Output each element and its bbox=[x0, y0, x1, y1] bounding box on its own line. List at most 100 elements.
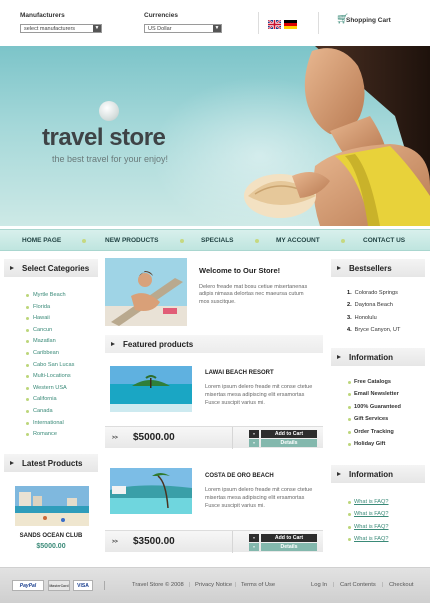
information-link[interactable]: Free Catalogs bbox=[348, 379, 401, 391]
details-button[interactable]: » Details bbox=[249, 543, 317, 551]
bestseller-item[interactable]: 1. Colorado Springs bbox=[347, 290, 400, 302]
manufacturers-select-value: select manufacturers bbox=[24, 26, 76, 32]
product-price: $5000.00 bbox=[133, 432, 175, 443]
double-arrow-icon: » bbox=[249, 430, 259, 438]
product-name[interactable]: COSTA DE ORO BEACH bbox=[205, 473, 274, 479]
nav-specials[interactable]: SPECIALS bbox=[201, 237, 234, 244]
add-to-cart-label: Add to Cart bbox=[274, 535, 304, 541]
logo-title[interactable]: travel store bbox=[42, 124, 166, 152]
category-link[interactable]: Multi-Locations bbox=[25, 373, 74, 385]
currencies-select-value: US Dollar bbox=[148, 26, 172, 32]
double-arrow-icon: >> bbox=[112, 435, 118, 441]
category-link[interactable]: Romance bbox=[25, 431, 74, 443]
faq-link[interactable]: What is FAQ? bbox=[348, 536, 389, 548]
category-link[interactable]: Cancun bbox=[25, 327, 74, 339]
details-label: Details bbox=[280, 544, 298, 550]
german-flag-icon[interactable] bbox=[284, 20, 297, 29]
arrow-bullet-icon bbox=[337, 355, 341, 359]
terms-link[interactable]: Terms of Use bbox=[241, 582, 275, 588]
bestseller-item[interactable]: 4. Bryce Canyon, UT bbox=[347, 327, 400, 339]
footer-separator: | bbox=[235, 582, 237, 588]
latest-heading-text: Latest Products bbox=[22, 459, 83, 468]
information-link[interactable]: Email Newsletter bbox=[348, 391, 401, 403]
nav-separator bbox=[255, 239, 259, 243]
divider bbox=[232, 531, 233, 553]
category-link[interactable]: Florida bbox=[25, 304, 74, 316]
footer-separator: | bbox=[189, 582, 191, 588]
information-faq-heading-text: Information bbox=[349, 470, 393, 479]
nav-contact-us[interactable]: CONTACT US bbox=[363, 237, 405, 244]
footer: PayPal MasterCard VISA Travel Store © 20… bbox=[0, 567, 430, 603]
nav-new-products[interactable]: NEW PRODUCTS bbox=[105, 237, 158, 244]
currencies-label: Currencies bbox=[144, 12, 178, 19]
category-link[interactable]: Caribbean bbox=[25, 350, 74, 362]
logo-tagline: the best travel for your enjoy! bbox=[52, 154, 169, 164]
featured-heading: Featured products bbox=[105, 335, 323, 353]
category-link[interactable]: Mazatlan bbox=[25, 338, 74, 350]
bestseller-label: Colorado Springs bbox=[354, 290, 398, 296]
divider bbox=[318, 12, 319, 34]
bestsellers-list: 1. Colorado Springs 2. Daytona Beach 3. Hon… bbox=[347, 290, 400, 340]
bestseller-label: Daytona Beach bbox=[354, 302, 393, 309]
faq-link[interactable]: What is FAQ? bbox=[348, 499, 389, 511]
divider bbox=[258, 12, 259, 34]
checkout-link[interactable]: Checkout bbox=[389, 582, 414, 588]
faq-link[interactable]: What is FAQ? bbox=[348, 524, 389, 536]
login-link[interactable]: Log In bbox=[311, 582, 327, 588]
information-list: Free Catalogs Email Newsletter 100% Guar… bbox=[348, 379, 401, 453]
add-to-cart-label: Add to Cart bbox=[274, 431, 304, 437]
category-link[interactable]: Hawaii bbox=[25, 315, 74, 327]
information-link[interactable]: Order Tracking bbox=[348, 429, 401, 441]
double-arrow-icon: » bbox=[249, 543, 259, 551]
uk-flag-icon[interactable] bbox=[268, 20, 281, 29]
categories-heading: Select Categories bbox=[4, 259, 98, 277]
product-price-bar: >> $3500.00 » Add to Cart » Details bbox=[105, 530, 323, 553]
welcome-title: Welcome to Our Store! bbox=[199, 266, 281, 275]
cart-contents-link[interactable]: Cart Contents bbox=[340, 582, 376, 588]
bestseller-item[interactable]: 3. Honolulu bbox=[347, 315, 400, 327]
welcome-image bbox=[105, 258, 187, 326]
faq-link[interactable]: What is FAQ? bbox=[348, 511, 389, 523]
product-price-bar: >> $5000.00 » Add to Cart » Details bbox=[105, 426, 323, 449]
nav-home[interactable]: HOME PAGE bbox=[22, 237, 61, 244]
product-name[interactable]: LAWAI BEACH RESORT bbox=[205, 370, 274, 376]
category-link[interactable]: California bbox=[25, 396, 74, 408]
latest-product-image[interactable] bbox=[15, 486, 89, 526]
product-image[interactable] bbox=[110, 468, 192, 514]
information-link[interactable]: 100% Guaranteed bbox=[348, 404, 401, 416]
welcome-text: Delero freade mat bosu cetiue misertanen… bbox=[199, 284, 308, 305]
mastercard-icon: MasterCard bbox=[48, 580, 70, 591]
information-heading-text: Information bbox=[349, 353, 393, 362]
divider bbox=[232, 427, 233, 449]
currencies-select[interactable]: US Dollar ▼ bbox=[144, 24, 222, 33]
shopping-cart-link[interactable]: Shopping Cart bbox=[346, 17, 391, 24]
footer-separator: | bbox=[333, 582, 335, 588]
bestseller-label: Bryce Canyon, UT bbox=[354, 327, 401, 334]
bestseller-item[interactable]: 2. Daytona Beach bbox=[347, 302, 400, 314]
paypal-icon: PayPal bbox=[12, 580, 44, 591]
latest-product-name[interactable]: SANDS OCEAN CLUB bbox=[4, 533, 98, 539]
add-to-cart-button[interactable]: » Add to Cart bbox=[249, 534, 317, 542]
category-link[interactable]: International bbox=[25, 420, 74, 432]
category-link[interactable]: Canada bbox=[25, 408, 74, 420]
category-link[interactable]: Myrtle Beach bbox=[25, 292, 74, 304]
bestsellers-heading-text: Bestsellers bbox=[349, 264, 392, 273]
information-heading: Information bbox=[331, 348, 425, 366]
product-image[interactable] bbox=[110, 366, 192, 412]
nav-separator bbox=[341, 239, 345, 243]
details-button[interactable]: » Details bbox=[249, 439, 317, 447]
product-description: Lorem ipsum delero freade mit conse ctet… bbox=[205, 384, 313, 406]
double-arrow-icon: » bbox=[249, 534, 259, 542]
category-link[interactable]: Western USA bbox=[25, 385, 74, 397]
add-to-cart-button[interactable]: » Add to Cart bbox=[249, 430, 317, 438]
nav-separator bbox=[82, 239, 86, 243]
nav-my-account[interactable]: MY ACCOUNT bbox=[276, 237, 320, 244]
copyright-text: Travel Store © 2008 bbox=[132, 582, 184, 588]
category-link[interactable]: Cabo San Lucas bbox=[25, 362, 74, 374]
information-link[interactable]: Gift Services bbox=[348, 416, 401, 428]
manufacturers-select[interactable]: select manufacturers ▼ bbox=[20, 24, 102, 33]
information-link[interactable]: Holiday Gift bbox=[348, 441, 401, 453]
privacy-link[interactable]: Privacy Notice bbox=[195, 582, 232, 588]
divider bbox=[104, 581, 105, 590]
latest-heading: Latest Products bbox=[4, 454, 98, 472]
